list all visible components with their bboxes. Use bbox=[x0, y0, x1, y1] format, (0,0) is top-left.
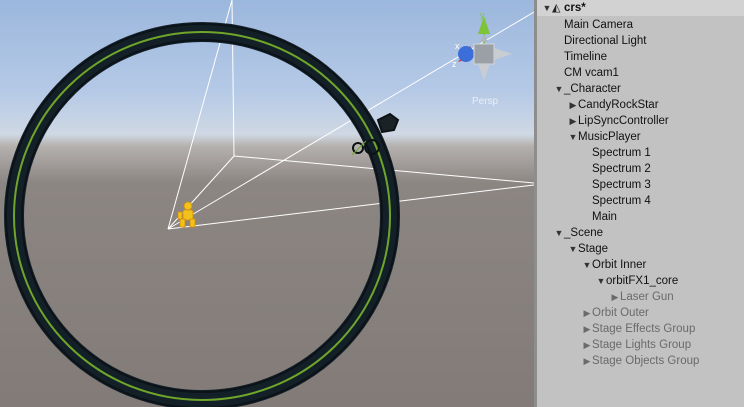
hierarchy-item-label: Laser Gun bbox=[620, 291, 674, 303]
hierarchy-item-label: Main Camera bbox=[564, 19, 634, 31]
expand-arrow-icon[interactable]: ▶ bbox=[568, 97, 578, 113]
scene-name: crs* bbox=[564, 2, 586, 14]
expand-arrow-icon[interactable]: ▼ bbox=[542, 0, 552, 16]
hierarchy-item-label: Main bbox=[592, 211, 617, 223]
hierarchy-item-label: Spectrum 4 bbox=[592, 195, 651, 207]
hierarchy-item-label: Stage Effects Group bbox=[592, 323, 696, 335]
hierarchy-item-label: Stage Lights Group bbox=[592, 339, 692, 351]
hierarchy-item-label: LipSyncController bbox=[578, 115, 669, 127]
hierarchy-item[interactable]: ▶ LipSyncController bbox=[537, 113, 744, 129]
hierarchy-item-label: Spectrum 1 bbox=[592, 147, 651, 159]
expand-arrow-icon[interactable]: ▶ bbox=[582, 321, 592, 337]
hierarchy-item-label: Spectrum 3 bbox=[592, 179, 651, 191]
collapse-arrow-icon[interactable]: ▼ bbox=[554, 225, 564, 241]
hierarchy-item-label: CandyRockStar bbox=[578, 99, 659, 111]
hierarchy-item[interactable]: ▶ Laser Gun bbox=[537, 289, 744, 305]
hierarchy-item-label: CM vcam1 bbox=[564, 67, 619, 79]
expand-arrow-icon[interactable]: ▶ bbox=[568, 113, 578, 129]
hierarchy-item-label: Spectrum 2 bbox=[592, 163, 651, 175]
hierarchy-item[interactable]: ▼Orbit Inner bbox=[537, 257, 744, 273]
hierarchy-item[interactable]: ▶ CandyRockStar bbox=[537, 97, 744, 113]
scene-header[interactable]: ▼◭ crs* bbox=[537, 0, 744, 16]
hierarchy-item-label: orbitFX1_core bbox=[606, 275, 679, 287]
gizmo-x-label: x bbox=[455, 41, 460, 51]
hierarchy-panel[interactable]: ▼◭ crs* Main Camera Directional Light Timel… bbox=[537, 0, 744, 407]
hierarchy-item[interactable]: Spectrum 4 bbox=[537, 193, 744, 209]
hierarchy-item-label: Stage bbox=[578, 243, 609, 255]
scene-canvas[interactable]: y x z bbox=[0, 0, 534, 407]
hierarchy-item[interactable]: ▶ Orbit Outer bbox=[537, 305, 744, 321]
gizmo-y-label: y bbox=[480, 10, 485, 20]
hierarchy-item-label: Orbit Outer bbox=[592, 307, 649, 319]
expand-arrow-icon[interactable]: ▶ bbox=[610, 289, 620, 305]
unity-icon: ◭ bbox=[552, 2, 561, 14]
hierarchy-item[interactable]: Directional Light bbox=[537, 33, 744, 49]
hierarchy-item[interactable]: ▼orbitFX1_core bbox=[537, 273, 744, 289]
hierarchy-item[interactable]: ▶ Stage Effects Group bbox=[537, 321, 744, 337]
scene-view[interactable]: y x z Persp bbox=[0, 0, 534, 407]
orientation-gizmo[interactable] bbox=[458, 16, 512, 80]
gizmo-z-label: z bbox=[452, 59, 457, 69]
hierarchy-item-label: Timeline bbox=[564, 51, 608, 63]
hierarchy-item[interactable]: ▼_Character bbox=[537, 81, 744, 97]
hierarchy-item[interactable]: ▼_Scene bbox=[537, 225, 744, 241]
hierarchy-item[interactable]: Main bbox=[537, 209, 744, 225]
hierarchy-item-label: Stage Objects Group bbox=[592, 355, 700, 367]
hierarchy-item[interactable]: ▶ Stage Lights Group bbox=[537, 337, 744, 353]
hierarchy-item[interactable]: Spectrum 2 bbox=[537, 161, 744, 177]
hierarchy-item[interactable]: Spectrum 3 bbox=[537, 177, 744, 193]
collapse-arrow-icon[interactable]: ▼ bbox=[596, 273, 606, 289]
hierarchy-item[interactable]: Spectrum 1 bbox=[537, 145, 744, 161]
collapse-arrow-icon[interactable]: ▼ bbox=[568, 241, 578, 257]
hierarchy-item[interactable]: ▶ Stage Objects Group bbox=[537, 353, 744, 369]
expand-arrow-icon[interactable]: ▶ bbox=[582, 353, 592, 369]
hierarchy-item-label: MusicPlayer bbox=[578, 131, 641, 143]
character-gizmo[interactable] bbox=[177, 201, 196, 228]
hierarchy-item-label: Directional Light bbox=[564, 35, 647, 47]
hierarchy-item[interactable]: Timeline bbox=[537, 49, 744, 65]
orbit-ring[interactable] bbox=[4, 22, 400, 407]
expand-arrow-icon[interactable]: ▶ bbox=[582, 305, 592, 321]
hierarchy-item[interactable]: CM vcam1 bbox=[537, 65, 744, 81]
hierarchy-item[interactable]: Main Camera bbox=[537, 17, 744, 33]
collapse-arrow-icon[interactable]: ▼ bbox=[554, 81, 564, 97]
expand-arrow-icon[interactable]: ▶ bbox=[582, 337, 592, 353]
projection-label[interactable]: Persp bbox=[472, 96, 498, 107]
collapse-arrow-icon[interactable]: ▼ bbox=[568, 129, 578, 145]
hierarchy-item[interactable]: ▼Stage bbox=[537, 241, 744, 257]
hierarchy-item-label: _Character bbox=[564, 83, 621, 95]
collapse-arrow-icon[interactable]: ▼ bbox=[582, 257, 592, 273]
hierarchy-item[interactable]: ▼MusicPlayer bbox=[537, 129, 744, 145]
hierarchy-item-label: _Scene bbox=[564, 227, 604, 239]
hierarchy-item-label: Orbit Inner bbox=[592, 259, 647, 271]
